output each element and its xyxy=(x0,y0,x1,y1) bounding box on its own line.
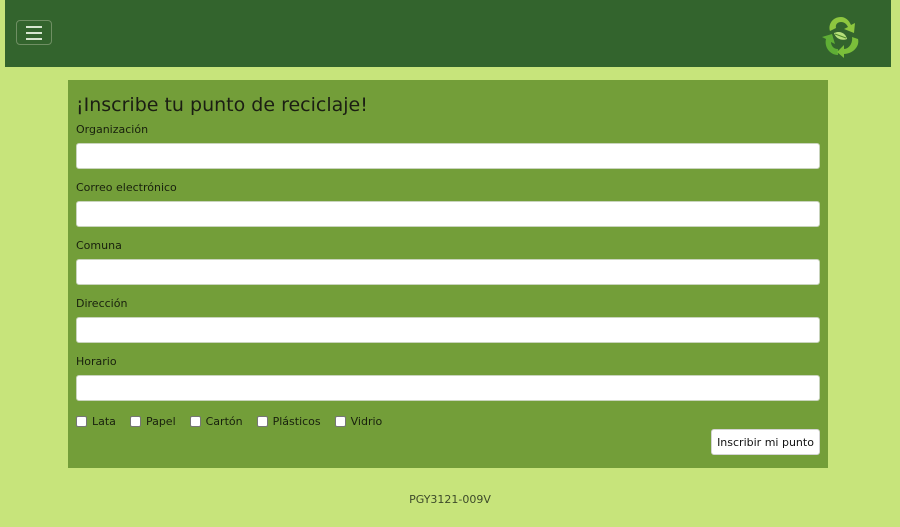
material-option-carton[interactable]: Cartón xyxy=(189,415,243,428)
organization-input[interactable] xyxy=(76,143,820,169)
vidrio-checkbox[interactable] xyxy=(334,415,346,427)
carton-checkbox[interactable] xyxy=(189,415,201,427)
material-option-papel[interactable]: Papel xyxy=(129,415,176,428)
address-label: Dirección xyxy=(76,297,128,310)
submit-button[interactable]: Inscribir mi punto xyxy=(711,429,820,455)
hamburger-menu-icon-line xyxy=(26,32,42,34)
recycle-leaf-logo-icon[interactable] xyxy=(818,13,864,59)
vidrio-label[interactable]: Vidrio xyxy=(351,415,383,428)
email-input[interactable] xyxy=(76,201,820,227)
form-title: ¡Inscribe tu punto de reciclaje! xyxy=(76,94,368,116)
email-label: Correo electrónico xyxy=(76,181,177,194)
plasticos-label[interactable]: Plásticos xyxy=(273,415,321,428)
papel-checkbox[interactable] xyxy=(129,415,141,427)
material-option-vidrio[interactable]: Vidrio xyxy=(334,415,383,428)
hamburger-menu-icon xyxy=(26,26,42,28)
material-option-lata[interactable]: Lata xyxy=(76,415,116,428)
schedule-label: Horario xyxy=(76,355,117,368)
address-input[interactable] xyxy=(76,317,820,343)
carton-label[interactable]: Cartón xyxy=(206,415,243,428)
materials-checkbox-group: Lata Papel Cartón Plásticos Vidrio xyxy=(76,413,396,429)
hamburger-menu-icon-line xyxy=(26,38,42,40)
navbar xyxy=(5,0,891,67)
footer-course-code: PGY3121-009V xyxy=(409,493,491,506)
registration-form: ¡Inscribe tu punto de reciclaje! Organiz… xyxy=(68,80,828,468)
commune-label: Comuna xyxy=(76,239,122,252)
lata-checkbox[interactable] xyxy=(76,415,87,427)
commune-input[interactable] xyxy=(76,259,820,285)
schedule-input[interactable] xyxy=(76,375,820,401)
lata-label[interactable]: Lata xyxy=(92,415,116,428)
plasticos-checkbox[interactable] xyxy=(256,415,268,427)
organization-label: Organización xyxy=(76,123,149,136)
papel-label[interactable]: Papel xyxy=(146,415,176,428)
menu-toggle-button[interactable] xyxy=(16,20,52,45)
material-option-plasticos[interactable]: Plásticos xyxy=(256,415,321,428)
